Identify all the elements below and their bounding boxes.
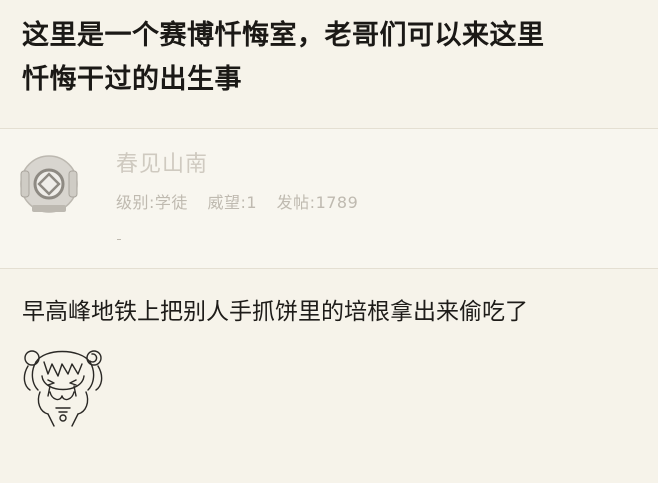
author-prestige: 威望:1	[207, 193, 258, 212]
post-title-line-1: 这里是一个赛博忏悔室，老哥们可以来这里	[22, 20, 545, 51]
post-title-line-2: 忏悔干过的出生事	[22, 64, 242, 95]
comment-text: 早高峰地铁上把别人手抓饼里的培根拿出来偷吃了	[22, 299, 528, 325]
author-post-count: 发帖:1789	[276, 193, 359, 212]
crying-anime-girl-sticker	[14, 340, 110, 428]
author-meta: 级别:学徒 威望:1 发帖:1789	[116, 189, 372, 213]
author-card: 春见山南 级别:学徒 威望:1 发帖:1789	[0, 129, 658, 268]
divider	[0, 268, 658, 269]
author-name[interactable]: 春见山南	[116, 146, 208, 178]
diving-helmet-icon[interactable]	[18, 153, 80, 215]
separator-mark	[117, 239, 121, 240]
post-title: 这里是一个赛博忏悔室，老哥们可以来这里 忏悔干过的出生事	[22, 14, 642, 102]
author-level: 级别:学徒	[116, 193, 188, 212]
